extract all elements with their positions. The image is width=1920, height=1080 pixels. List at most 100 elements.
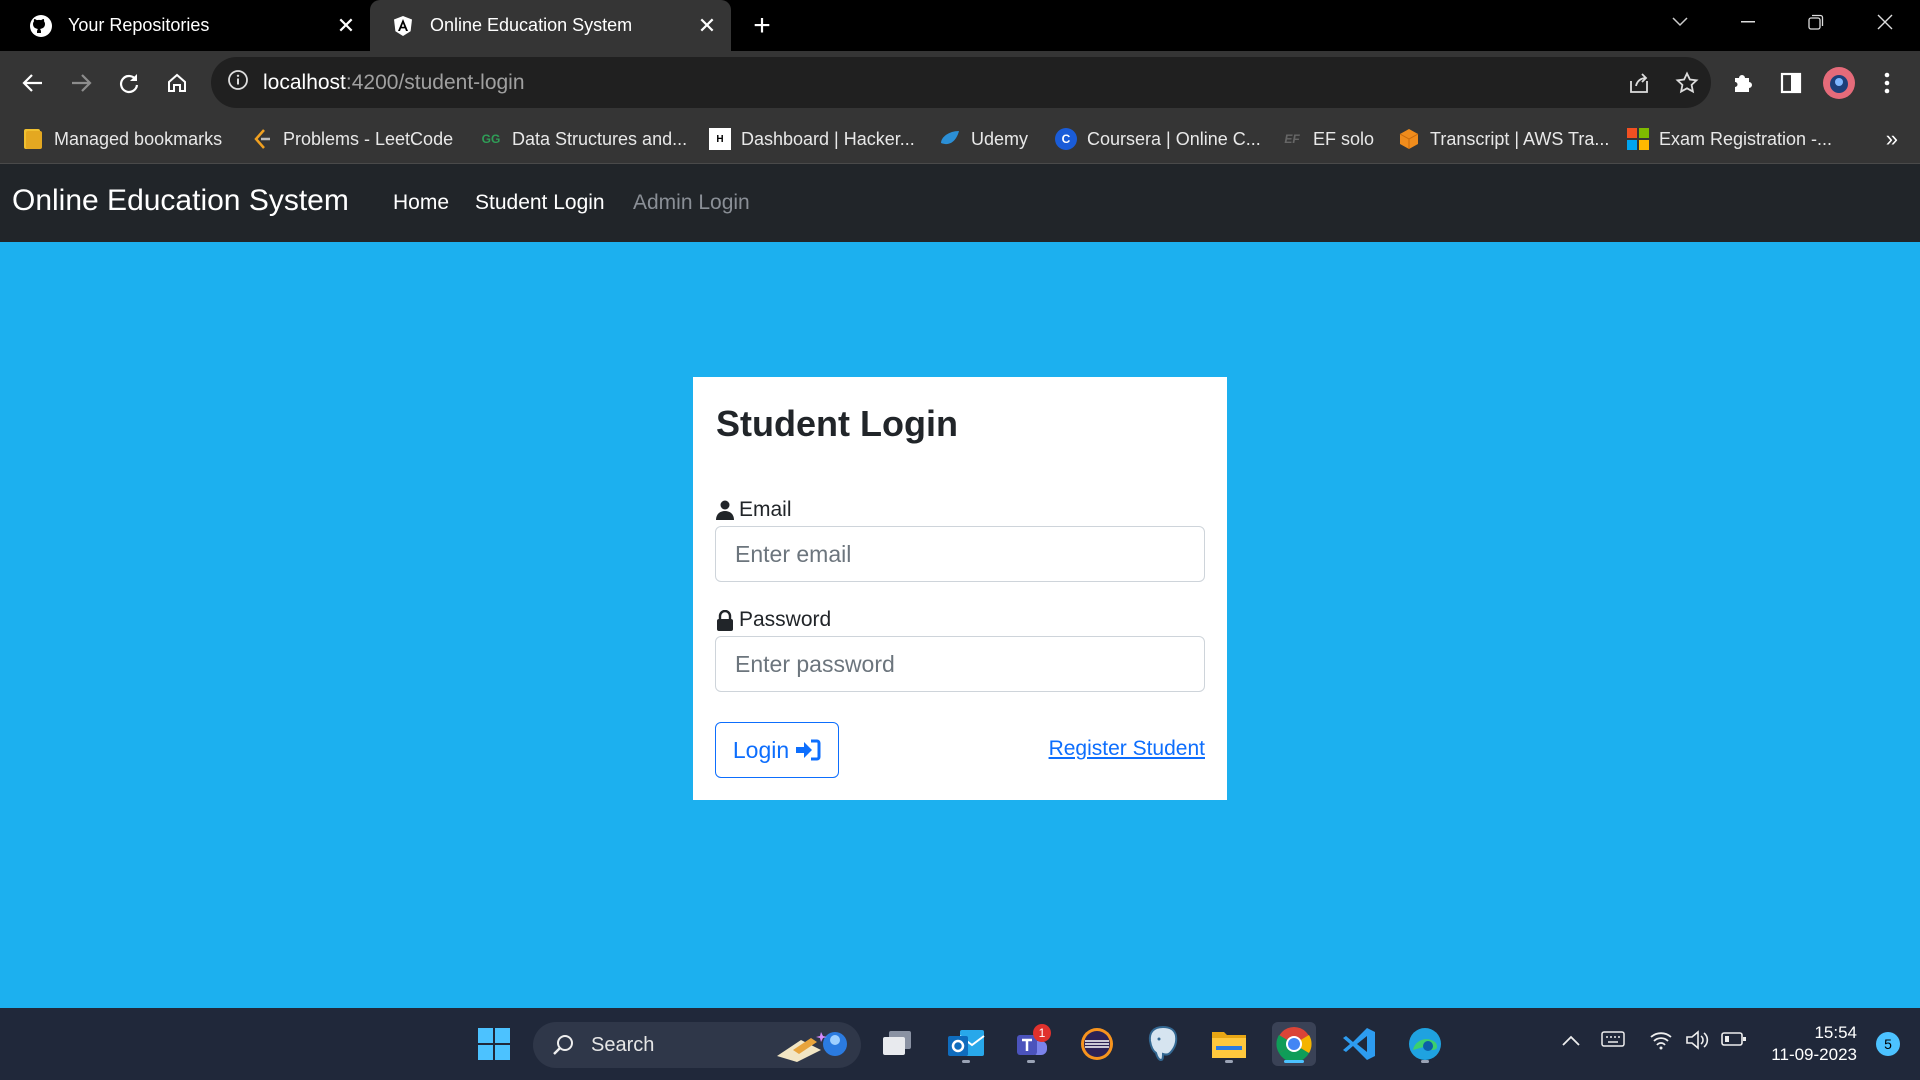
microsoft-icon	[1627, 128, 1649, 150]
share-icon[interactable]	[1619, 63, 1659, 103]
volume-icon[interactable]	[1685, 1030, 1711, 1055]
restore-icon[interactable]	[1786, 0, 1846, 44]
bookmark-geeksforgeeks[interactable]: GG Data Structures and...	[480, 122, 687, 156]
bookmark-udemy[interactable]: Udemy	[939, 122, 1028, 156]
chrome-icon[interactable]	[1272, 1022, 1316, 1066]
vscode-icon[interactable]	[1337, 1022, 1381, 1066]
leetcode-icon	[251, 128, 273, 150]
home-icon[interactable]	[157, 63, 197, 103]
register-student-link[interactable]: Register Student	[1049, 737, 1205, 761]
password-input[interactable]	[715, 636, 1205, 692]
url-path: :4200/student-login	[345, 70, 525, 94]
bookmark-aws[interactable]: Transcript | AWS Tra...	[1398, 122, 1609, 156]
clock-time: 15:54	[1814, 1023, 1857, 1042]
bookmark-label: Transcript | AWS Tra...	[1430, 128, 1610, 149]
ef-icon: EF	[1284, 132, 1300, 146]
email-label-text: Email	[739, 498, 792, 521]
coursera-icon: C	[1055, 128, 1077, 150]
show-hidden-icons-chevron[interactable]	[1562, 1030, 1580, 1051]
bookmark-coursera[interactable]: C Coursera | Online C...	[1055, 122, 1261, 156]
teams-icon[interactable]: 1	[1009, 1022, 1053, 1066]
forward-arrow-icon[interactable]	[61, 63, 101, 103]
close-tab-icon[interactable]: ✕	[332, 12, 360, 40]
bookmark-hackerrank[interactable]: H Dashboard | Hacker...	[709, 122, 915, 156]
search-highlight-icon	[771, 1026, 851, 1072]
task-view-icon[interactable]	[875, 1022, 919, 1066]
running-indicator	[1421, 1060, 1429, 1063]
bookmark-managed[interactable]: Managed bookmarks	[22, 122, 222, 156]
udemy-icon	[939, 128, 961, 150]
reload-icon[interactable]	[109, 63, 149, 103]
more-bookmarks-chevron[interactable]: »	[1886, 122, 1898, 156]
browser-toolbar: localhost:4200/student-login	[0, 51, 1920, 114]
system-clock[interactable]: 15:54 11-09-2023	[1771, 1022, 1857, 1066]
bookmark-ef-solo[interactable]: EF EF solo	[1281, 122, 1374, 156]
taskbar-search[interactable]: Search	[533, 1022, 861, 1068]
close-window-icon[interactable]	[1855, 0, 1915, 44]
github-icon	[28, 13, 54, 39]
running-indicator	[1284, 1060, 1304, 1063]
nav-link-student-login[interactable]: Student Login	[475, 191, 605, 215]
password-label: Password	[716, 608, 831, 632]
running-indicator	[962, 1060, 970, 1063]
bookmark-label: EF solo	[1313, 128, 1375, 149]
bookmark-star-icon[interactable]	[1667, 63, 1707, 103]
search-label: Search	[591, 1033, 655, 1056]
navbar-brand[interactable]: Online Education System	[12, 184, 349, 218]
nav-link-admin-login[interactable]: Admin Login	[633, 191, 750, 215]
battery-icon[interactable]	[1721, 1030, 1747, 1053]
more-menu-icon[interactable]	[1867, 63, 1907, 103]
windows-start-icon[interactable]	[472, 1022, 516, 1066]
postgresql-icon[interactable]	[1141, 1022, 1185, 1066]
tab-online-education-system[interactable]: Online Education System ✕	[370, 0, 731, 51]
tab-your-repositories[interactable]: Your Repositories ✕	[0, 0, 370, 51]
bookmarks-bar: Managed bookmarks Problems - LeetCode GG…	[0, 114, 1920, 164]
back-arrow-icon[interactable]	[13, 63, 53, 103]
eclipse-icon[interactable]	[1075, 1022, 1119, 1066]
folder-icon	[22, 128, 44, 150]
geeksforgeeks-icon: GG	[481, 132, 501, 146]
bookmark-label: Coursera | Online C...	[1087, 128, 1261, 149]
windows-taskbar: Search 1 15:54 11-09-2023 5	[0, 1008, 1920, 1080]
login-button[interactable]: Login	[715, 722, 839, 778]
address-bar[interactable]: localhost:4200/student-login	[211, 57, 1711, 108]
tab-search-chevron-icon[interactable]	[1650, 0, 1710, 44]
teams-badge: 1	[1033, 1024, 1051, 1042]
sign-in-icon	[796, 739, 821, 761]
outlook-icon[interactable]	[944, 1022, 988, 1066]
running-indicator	[1027, 1060, 1035, 1063]
profile-avatar[interactable]	[1819, 63, 1859, 103]
close-tab-icon[interactable]: ✕	[693, 12, 721, 40]
url-text: localhost:4200/student-login	[263, 71, 525, 95]
extensions-puzzle-icon[interactable]	[1723, 63, 1763, 103]
login-card: Student Login Email Password Login Regis…	[693, 377, 1227, 800]
lock-icon	[717, 609, 733, 631]
bookmark-label: Managed bookmarks	[54, 128, 223, 149]
hackerrank-icon: H	[709, 128, 731, 150]
tab-title: Your Repositories	[68, 15, 210, 35]
wifi-icon[interactable]	[1649, 1030, 1673, 1055]
minimize-icon[interactable]	[1718, 0, 1778, 44]
bookmark-exam-registration[interactable]: Exam Registration -...	[1627, 122, 1832, 156]
bookmark-label: Dashboard | Hacker...	[741, 128, 915, 149]
user-icon	[716, 500, 734, 520]
site-info-icon[interactable]	[227, 69, 249, 96]
edge-icon[interactable]	[1403, 1022, 1447, 1066]
bookmark-label: Udemy	[971, 128, 1029, 149]
browser-tab-strip: Your Repositories ✕ Online Education Sys…	[0, 0, 1920, 51]
bookmark-leetcode[interactable]: Problems - LeetCode	[251, 122, 453, 156]
aws-icon	[1398, 128, 1420, 150]
running-indicator	[1225, 1060, 1233, 1063]
app-navbar: Online Education System Home Student Log…	[0, 164, 1920, 242]
nav-link-home[interactable]: Home	[393, 191, 449, 215]
side-panel-icon[interactable]	[1771, 63, 1811, 103]
email-input[interactable]	[715, 526, 1205, 582]
notification-count-badge[interactable]: 5	[1876, 1032, 1900, 1056]
angular-icon	[390, 13, 416, 39]
login-button-label: Login	[732, 736, 790, 763]
tab-title: Online Education System	[430, 15, 633, 35]
file-explorer-icon[interactable]	[1207, 1022, 1251, 1066]
new-tab-plus-icon[interactable]: +	[745, 9, 779, 43]
keyboard-icon[interactable]	[1601, 1030, 1625, 1053]
login-title: Student Login	[716, 403, 958, 444]
